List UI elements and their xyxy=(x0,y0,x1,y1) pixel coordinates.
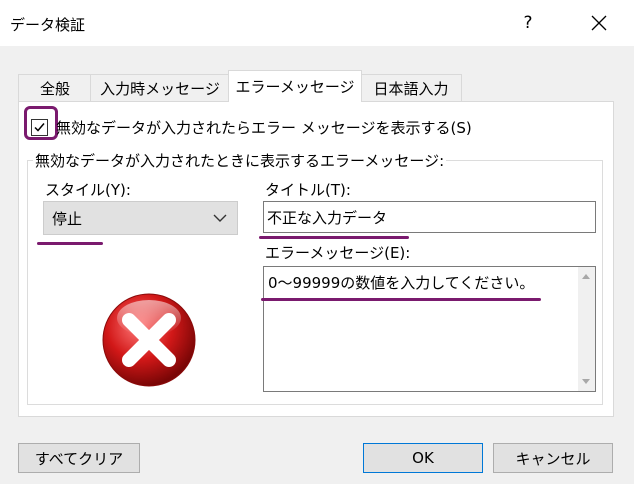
style-dropdown[interactable]: 停止 xyxy=(43,201,238,235)
close-icon xyxy=(591,15,607,31)
ok-button[interactable]: OK xyxy=(363,443,483,473)
style-value: 停止 xyxy=(52,209,83,228)
show-error-label[interactable]: 無効なデータが入力されたらエラー メッセージを表示する(S) xyxy=(56,117,472,138)
tab-panel-error-message: 無効なデータが入力されたらエラー メッセージを表示する(S) 無効なデータが入力… xyxy=(18,101,614,417)
checkmark-icon xyxy=(34,123,45,132)
style-label: スタイル(Y): xyxy=(45,181,131,199)
clear-all-button[interactable]: すべてクリア xyxy=(18,443,140,473)
chevron-down-icon xyxy=(213,214,227,222)
help-button[interactable]: ? xyxy=(505,6,551,40)
dialog-client-area: 全般 入力時メッセージ エラーメッセージ 日本語入力 無効なデータが入力されたら… xyxy=(0,46,634,484)
title-input[interactable]: 不正な入力データ xyxy=(263,201,596,233)
tab-ime[interactable]: 日本語入力 xyxy=(360,74,462,101)
tab-general[interactable]: 全般 xyxy=(18,74,92,101)
error-message-text: 0～99999の数値を入力してください。 xyxy=(268,274,535,292)
show-error-checkbox[interactable] xyxy=(31,119,48,136)
error-message-textarea[interactable]: 0～99999の数値を入力してください。 xyxy=(263,266,596,392)
cancel-button[interactable]: キャンセル xyxy=(493,443,613,473)
show-error-row: 無効なデータが入力されたらエラー メッセージを表示する(S) xyxy=(31,117,472,138)
tab-input-message[interactable]: 入力時メッセージ xyxy=(90,74,230,101)
scroll-up-icon[interactable] xyxy=(582,274,590,279)
title-label: タイトル(T): xyxy=(265,181,351,199)
scroll-down-icon[interactable] xyxy=(582,379,590,384)
message-underline-annotation xyxy=(261,298,541,301)
close-button[interactable] xyxy=(576,6,622,40)
error-stop-icon xyxy=(101,292,197,392)
group-caption: 無効なデータが入力されたときに表示するエラーメッセージ: xyxy=(33,150,447,171)
dialog-title: データ検証 xyxy=(10,16,86,34)
title-underline-annotation xyxy=(259,236,409,239)
tab-error-message[interactable]: エラーメッセージ xyxy=(228,70,362,102)
message-label: エラーメッセージ(E): xyxy=(265,244,411,262)
style-underline-annotation xyxy=(37,242,103,245)
textarea-scrollbar[interactable] xyxy=(578,267,595,391)
title-bar: データ検証 ? xyxy=(0,0,634,46)
